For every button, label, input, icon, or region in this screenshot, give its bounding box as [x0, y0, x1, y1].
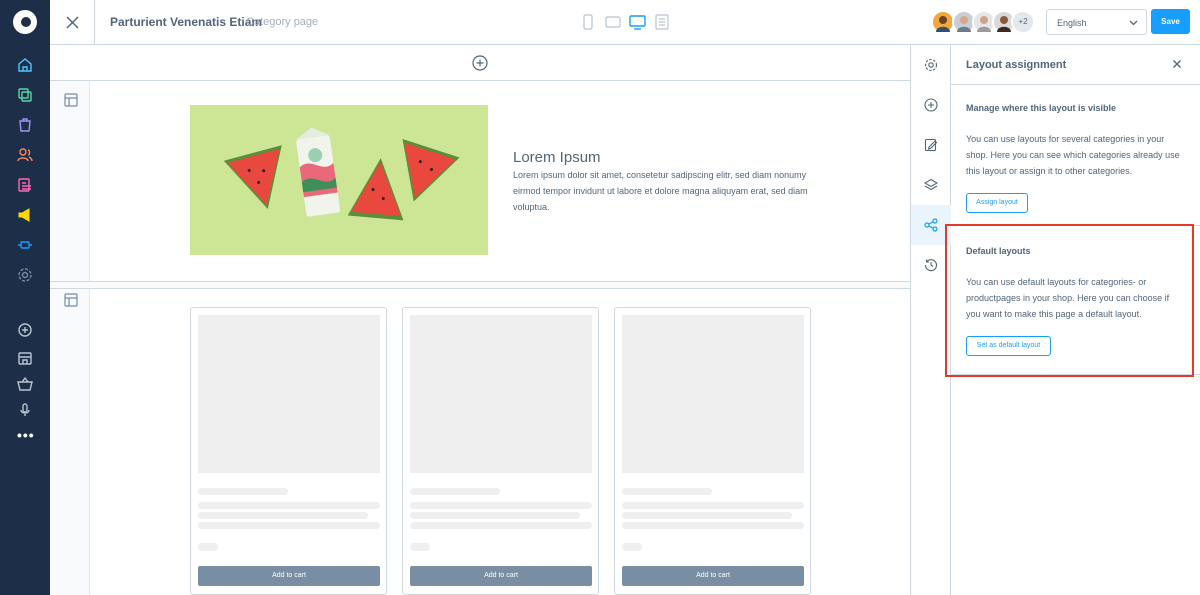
section-gutter — [50, 81, 90, 595]
language-value: English — [1057, 18, 1087, 28]
tab-add-block[interactable] — [911, 85, 951, 125]
product-image-placeholder — [198, 315, 380, 473]
history-icon — [924, 259, 937, 272]
product-box[interactable]: Add to cart — [614, 307, 811, 595]
sales-channel-icon[interactable] — [17, 350, 33, 366]
highlight-box — [945, 224, 1194, 377]
dashboard-icon[interactable] — [17, 57, 33, 73]
add-section-bar — [50, 45, 910, 81]
settings-icon[interactable] — [17, 267, 33, 283]
product-text-placeholder — [198, 512, 368, 519]
close-editor-button[interactable] — [50, 0, 95, 44]
basket-icon[interactable] — [17, 376, 33, 392]
share-icon — [924, 218, 938, 232]
page-title: Parturient Venenatis Etiam — [110, 15, 263, 29]
page-type: Category page — [246, 16, 319, 28]
add-section-icon[interactable] — [472, 55, 488, 71]
add-block-icon — [924, 98, 938, 112]
app-sidebar: ••• — [0, 0, 50, 595]
product-name-placeholder — [198, 488, 288, 495]
product-text-placeholder — [198, 502, 380, 509]
close-icon[interactable] — [1172, 59, 1182, 69]
topbar: Parturient Venenatis Etiam Category page… — [50, 0, 1200, 45]
product-price-placeholder — [198, 543, 218, 551]
add-to-cart-button[interactable]: Add to cart — [198, 566, 380, 586]
content-icon[interactable] — [17, 177, 33, 193]
extensions-icon[interactable] — [17, 237, 33, 253]
tab-edit[interactable] — [911, 125, 951, 165]
add-icon[interactable] — [17, 322, 33, 338]
product-text-placeholder — [622, 502, 804, 509]
product-price-placeholder — [622, 543, 642, 551]
product-text-placeholder — [622, 522, 804, 529]
product-name-placeholder — [622, 488, 712, 495]
desktop-icon[interactable] — [629, 14, 646, 30]
headless-icon[interactable] — [17, 402, 33, 418]
product-name-placeholder — [410, 488, 500, 495]
product-text-placeholder — [410, 522, 592, 529]
product-price-placeholder — [410, 543, 430, 551]
product-box[interactable]: Add to cart — [190, 307, 387, 595]
more-collaborators-badge[interactable]: +2 — [1011, 10, 1035, 34]
layers-icon — [924, 178, 938, 191]
close-icon — [65, 15, 79, 29]
form-icon[interactable] — [655, 14, 669, 30]
add-to-cart-button[interactable]: Add to cart — [410, 566, 592, 586]
edit-icon — [924, 138, 938, 152]
section-layout-icon[interactable] — [64, 93, 78, 107]
product-box[interactable]: Add to cart — [402, 307, 599, 595]
tab-layers[interactable] — [911, 165, 951, 205]
more-icon[interactable]: ••• — [17, 428, 34, 442]
hero-image[interactable] — [190, 105, 488, 255]
visibility-title: Manage where this layout is visible — [966, 103, 1117, 113]
language-select[interactable]: English — [1046, 9, 1147, 35]
section-layout-icon[interactable] — [64, 293, 78, 307]
editor-canvas: Lorem Ipsum Lorem ipsum dolor sit amet, … — [50, 45, 910, 595]
product-text-placeholder — [198, 522, 380, 529]
tablet-icon[interactable] — [605, 14, 621, 30]
customers-icon[interactable] — [17, 147, 33, 163]
product-image-placeholder — [622, 315, 804, 473]
catalogue-icon[interactable] — [17, 87, 33, 103]
marketing-icon[interactable] — [17, 207, 33, 223]
product-image-placeholder — [410, 315, 592, 473]
save-button[interactable]: Save — [1151, 9, 1190, 34]
product-text-placeholder — [622, 512, 792, 519]
product-text-placeholder — [410, 512, 580, 519]
section-divider — [50, 281, 910, 289]
product-text-placeholder — [410, 502, 592, 509]
hero-text: Lorem ipsum dolor sit amet, consetetur s… — [513, 170, 808, 212]
panel-title: Layout assignment — [966, 59, 1067, 71]
settings-icon — [924, 58, 938, 72]
tab-settings[interactable] — [911, 45, 951, 85]
panel-header: Layout assignment — [951, 45, 1200, 85]
orders-icon[interactable] — [17, 117, 33, 133]
add-to-cart-button[interactable]: Add to cart — [622, 566, 804, 586]
hero-heading: Lorem Ipsum — [513, 149, 601, 166]
visibility-text: You can use layouts for several categori… — [966, 134, 1180, 176]
mobile-icon[interactable] — [583, 14, 593, 30]
shopware-logo[interactable] — [13, 10, 37, 34]
chevron-down-icon — [1129, 20, 1138, 26]
assign-layout-button[interactable]: Assign layout — [966, 193, 1028, 213]
